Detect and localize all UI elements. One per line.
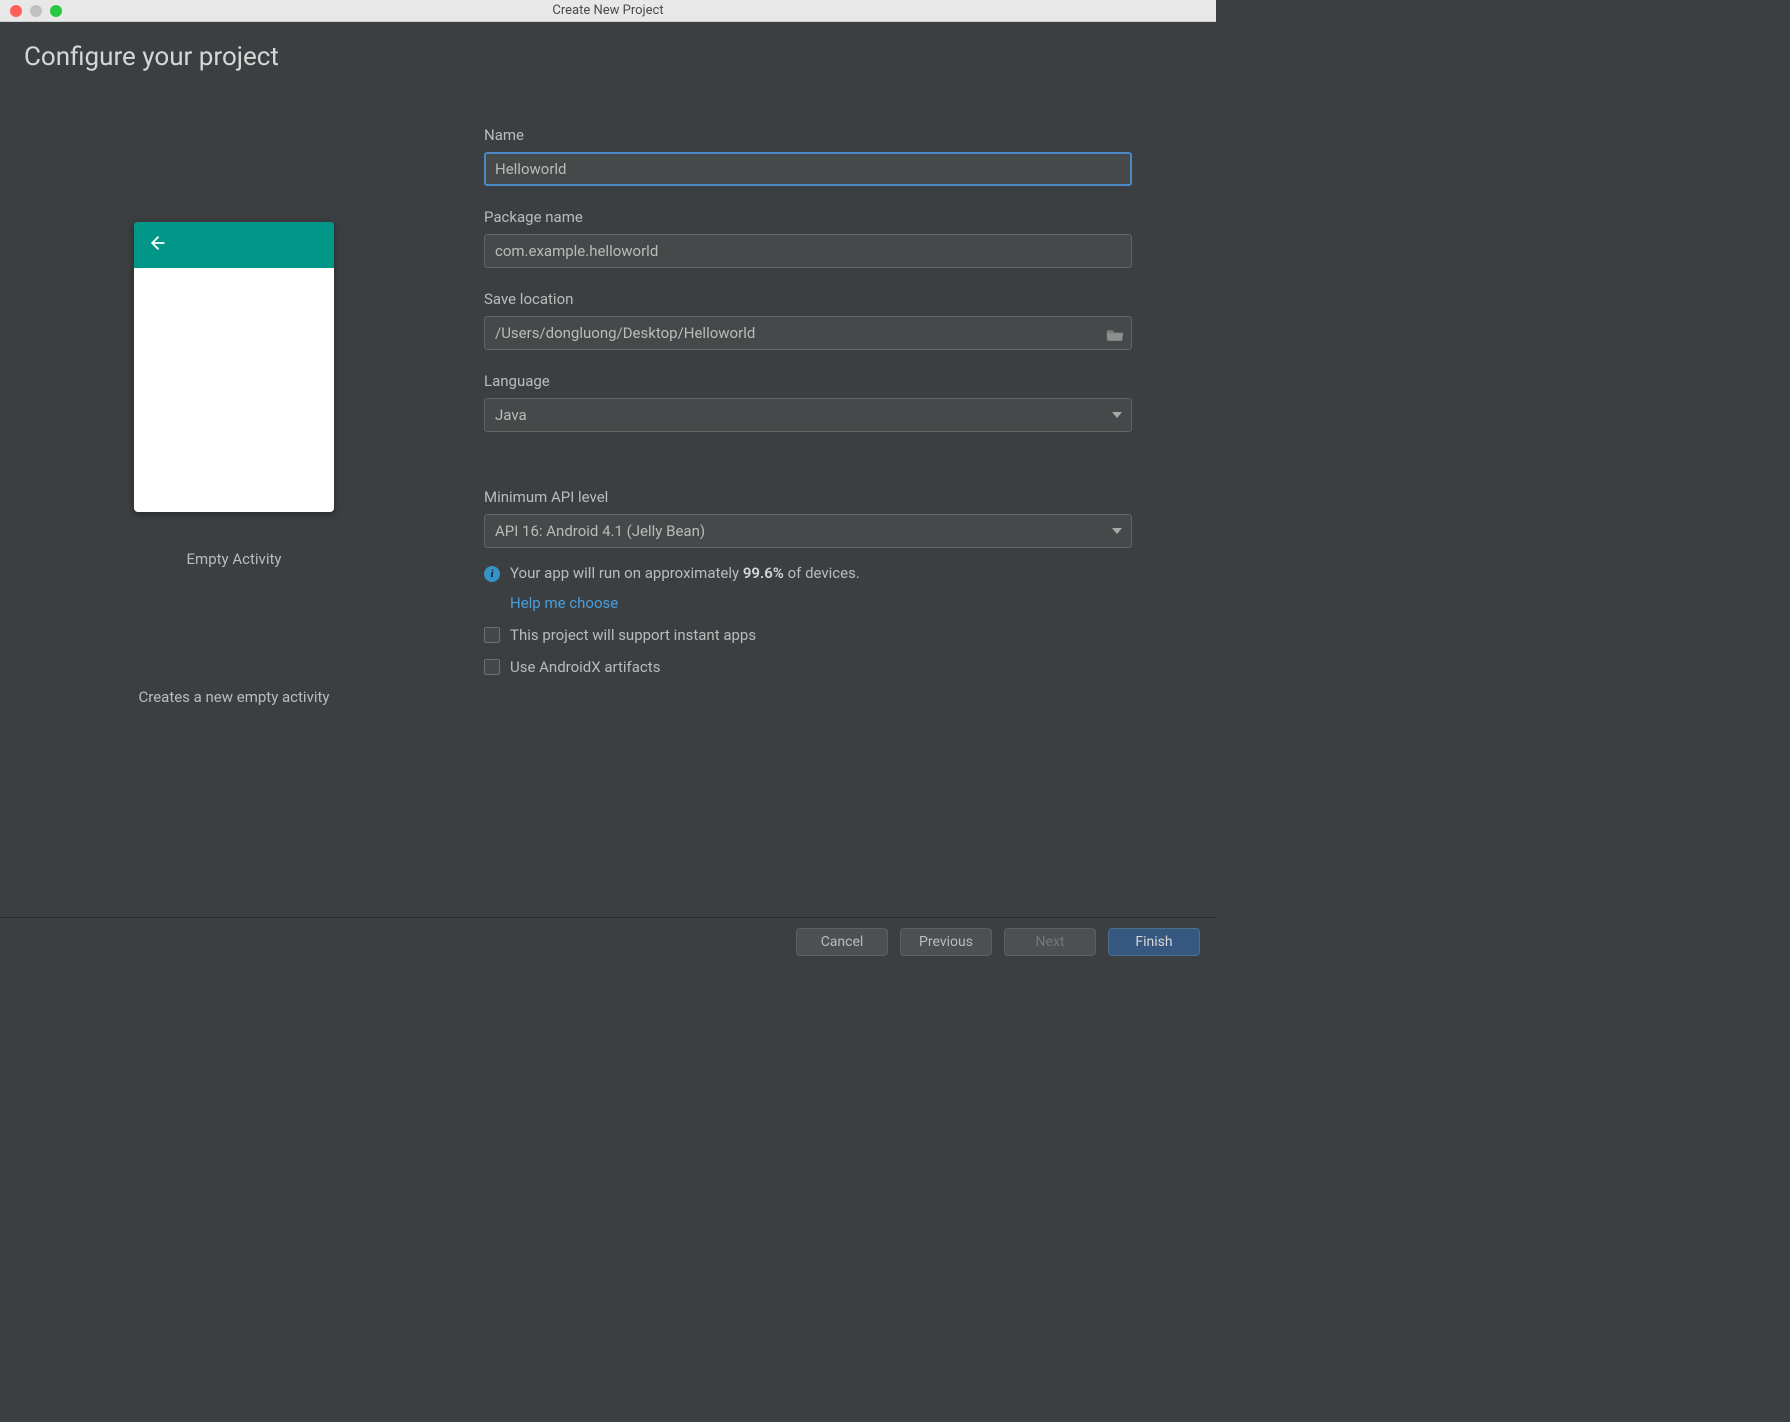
androidx-checkbox[interactable] [484, 659, 500, 675]
traffic-lights [0, 5, 62, 17]
location-field-group: Save location [484, 290, 1132, 350]
form-column: Name Package name Save location [484, 112, 1192, 917]
androidx-label: Use AndroidX artifacts [510, 658, 660, 676]
language-select[interactable]: Java [484, 398, 1132, 432]
window-maximize-button[interactable] [50, 5, 62, 17]
preview-appbar [134, 222, 334, 268]
window-minimize-button[interactable] [30, 5, 42, 17]
finish-button[interactable]: Finish [1108, 928, 1200, 956]
next-button: Next [1004, 928, 1096, 956]
dialog-footer: Cancel Previous Next Finish [0, 917, 1216, 966]
window-title: Create New Project [0, 3, 1216, 18]
min-api-select[interactable]: API 16: Android 4.1 (Jelly Bean) [484, 514, 1132, 548]
info-icon: i [484, 566, 500, 582]
activity-preview [134, 222, 334, 512]
instant-apps-checkbox[interactable] [484, 627, 500, 643]
window-close-button[interactable] [10, 5, 22, 17]
name-label: Name [484, 126, 1132, 144]
package-input[interactable] [484, 234, 1132, 268]
instant-apps-label: This project will support instant apps [510, 626, 756, 644]
name-field-group: Name [484, 126, 1132, 186]
language-label: Language [484, 372, 1132, 390]
api-info-text: Your app will run on approximately 99.6%… [510, 564, 860, 582]
location-label: Save location [484, 290, 1132, 308]
api-info-row: i Your app will run on approximately 99.… [484, 564, 1132, 582]
instant-apps-row[interactable]: This project will support instant apps [484, 626, 1132, 644]
preview-description: Creates a new empty activity [139, 688, 330, 706]
language-field-group: Language Java [484, 372, 1132, 432]
cancel-button[interactable]: Cancel [796, 928, 888, 956]
min-api-field-group: Minimum API level API 16: Android 4.1 (J… [484, 488, 1132, 676]
location-input[interactable] [484, 316, 1132, 350]
previous-button[interactable]: Previous [900, 928, 992, 956]
min-api-label: Minimum API level [484, 488, 1132, 506]
package-field-group: Package name [484, 208, 1132, 268]
name-input[interactable] [484, 152, 1132, 186]
package-label: Package name [484, 208, 1132, 226]
preview-column: Empty Activity Creates a new empty activ… [24, 112, 444, 917]
back-arrow-icon [148, 233, 168, 257]
page-title: Configure your project [24, 42, 1192, 72]
window-titlebar: Create New Project [0, 0, 1216, 22]
preview-label: Empty Activity [187, 550, 282, 568]
browse-folder-icon[interactable] [1106, 326, 1124, 340]
androidx-row[interactable]: Use AndroidX artifacts [484, 658, 1132, 676]
help-me-choose-link[interactable]: Help me choose [510, 594, 1132, 612]
